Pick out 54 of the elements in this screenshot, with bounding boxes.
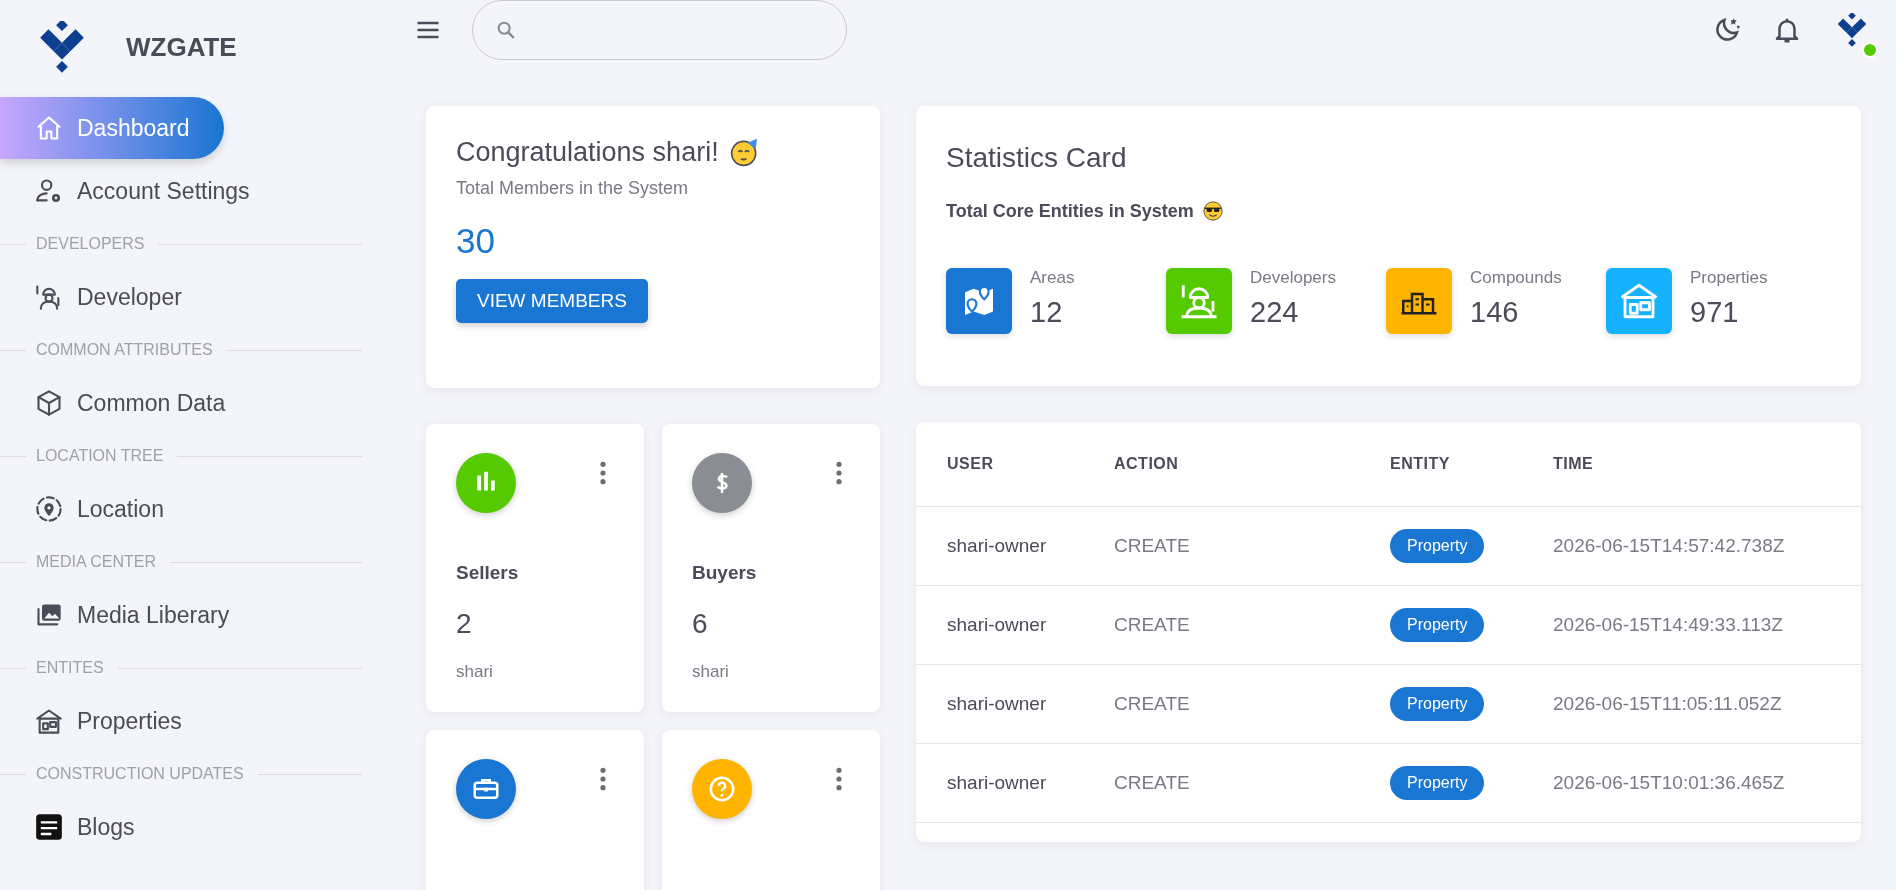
table-cell-text: 2026-06-15T14:57:42.738Z xyxy=(1553,535,1786,557)
nav-item[interactable]: Developer xyxy=(0,269,202,325)
section-heading: DEVELOPERS xyxy=(36,235,145,253)
stat-label: Developers xyxy=(1250,268,1336,288)
entity-tag: Property xyxy=(1390,687,1485,721)
section-heading: COMMON ATTRIBUTES xyxy=(36,341,213,359)
nav-item[interactable]: Common Data xyxy=(0,375,246,431)
stat-value: 146 xyxy=(1470,296,1520,329)
table-cell-text: CREATE xyxy=(1114,693,1191,715)
section-heading: ENTITES xyxy=(36,659,104,677)
table-cell-text: 2026-06-15T10:01:36.465Z xyxy=(1553,772,1786,794)
nav-item[interactable]: Properties xyxy=(0,693,202,749)
column-header: TIME xyxy=(1553,455,1595,473)
table-cell-text: 2026-06-15T14:49:33.113Z xyxy=(1553,614,1784,636)
nav-item[interactable]: Media Liberary xyxy=(0,587,250,643)
welcome-title: Congratulations shari! xyxy=(456,136,719,168)
table-cell-text: shari-owner xyxy=(947,772,1048,794)
card-title: Buyers xyxy=(692,562,758,584)
nav-item[interactable]: Blogs xyxy=(0,799,155,855)
stat-label: Areas xyxy=(1030,268,1075,288)
section-heading: CONSTRUCTION UPDATES xyxy=(36,765,244,783)
table-cell-text: shari-owner xyxy=(947,693,1048,715)
table-cell-text: CREATE xyxy=(1114,772,1191,794)
section-heading: MEDIA CENTER xyxy=(36,553,156,571)
column-header: ENTITY xyxy=(1390,455,1451,473)
card-subtitle: Total Core Entities in System xyxy=(946,200,1194,222)
column-header: ACTION xyxy=(1114,455,1180,473)
view-members-button[interactable]: VIEW MEMBERS xyxy=(456,279,648,323)
entity-tag: Property xyxy=(1390,766,1485,800)
table-cell-text: CREATE xyxy=(1114,535,1191,557)
stat-value: 224 xyxy=(1250,296,1300,329)
stat-label: Properties xyxy=(1690,268,1768,288)
nav-item[interactable]: Location xyxy=(0,481,184,537)
welcome-subtitle: Total Members in the System xyxy=(456,178,690,199)
brand-name: WZGATE xyxy=(126,31,237,63)
card-title: Sellers xyxy=(456,562,520,584)
member-count: 30 xyxy=(456,221,496,261)
card-value: 6 xyxy=(692,608,709,640)
entity-tag: Property xyxy=(1390,529,1485,563)
table-cell-text: shari-owner xyxy=(947,535,1048,557)
table-cell-text: CREATE xyxy=(1114,614,1191,636)
stat-value: 12 xyxy=(1030,296,1064,329)
card-owner: shari xyxy=(692,662,730,682)
card-title: Statistics Card xyxy=(946,142,1128,174)
stat-value: 971 xyxy=(1690,296,1740,329)
entity-tag: Property xyxy=(1390,608,1485,642)
section-heading: LOCATION TREE xyxy=(36,447,164,465)
stat-label: Compounds xyxy=(1470,268,1562,288)
nav-item[interactable]: Account Settings xyxy=(0,163,270,219)
table-cell-text: 2026-06-15T11:05:11.052Z xyxy=(1553,693,1783,715)
table-cell-text: shari-owner xyxy=(947,614,1048,636)
card-owner: shari xyxy=(456,662,494,682)
card-value: 2 xyxy=(456,608,473,640)
column-header: USER xyxy=(947,455,995,473)
